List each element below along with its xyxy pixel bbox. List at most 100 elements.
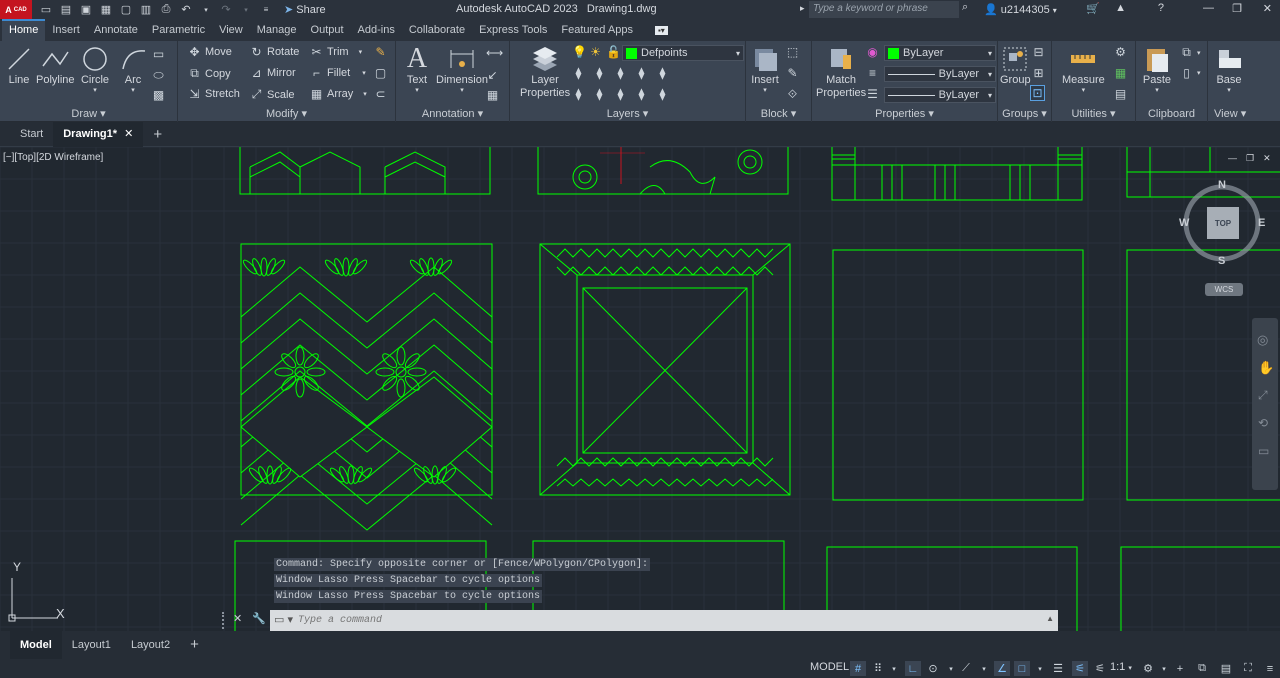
viewport-close-icon[interactable]: ✕ (1263, 153, 1271, 164)
measure-button[interactable]: Measure ▾ (1062, 44, 1105, 94)
cut-button[interactable]: ▯ ▾ (1180, 66, 1200, 80)
erase-button[interactable]: ✎ (374, 45, 387, 59)
insert-button[interactable]: Insert ▾ (750, 44, 780, 94)
layout-tab-layout2[interactable]: Layout2 (121, 631, 180, 659)
mirror-button[interactable]: ⊿ Mirror (250, 66, 295, 80)
tab-manage[interactable]: Manage (250, 19, 304, 41)
modify-panel-title[interactable]: Modify ▾ (178, 107, 395, 120)
help-icon[interactable]: ? (1158, 2, 1164, 14)
tab-add-ins[interactable]: Add-ins (351, 19, 402, 41)
snap-icon[interactable]: ⠿ (870, 661, 886, 676)
command-close-icon[interactable]: ✕ (233, 612, 242, 625)
start-tab[interactable]: Start (0, 122, 53, 147)
layer-unisolate-icon[interactable]: ⧫ (593, 87, 606, 101)
sun-icon[interactable]: ☀ (589, 45, 602, 59)
osnap-dropdown-icon[interactable]: ▾ (1032, 661, 1048, 676)
dimension-button[interactable]: Dimension ▾ (436, 44, 488, 94)
steering-wheel-icon[interactable]: ◎ (1257, 332, 1268, 348)
search-icon[interactable]: ⌕ (962, 1, 968, 14)
arc-button[interactable]: Arc ▾ (118, 44, 148, 94)
new-tab-button[interactable]: + (143, 122, 172, 147)
open-web-icon[interactable]: ▢ (120, 4, 132, 16)
share-button[interactable]: ➤ Share (284, 3, 326, 16)
layer-lock-icon[interactable]: ⧫ (635, 66, 648, 80)
command-line-handle[interactable] (222, 612, 226, 629)
tab-annotate[interactable]: Annotate (87, 19, 145, 41)
ribbon-minimize-icon[interactable]: ▪▾ (648, 19, 675, 41)
group-selection-button[interactable]: ⊡ (1030, 85, 1045, 101)
explode-button[interactable]: ▢ (374, 66, 387, 80)
paste-button[interactable]: Paste ▾ (1142, 44, 1172, 94)
tab-output[interactable]: Output (304, 19, 351, 41)
command-input[interactable] (298, 612, 1038, 629)
lineweight-dropdown[interactable]: ByLayer ▾ (884, 66, 996, 82)
layer-dropdown[interactable]: Defpoints ▾ (622, 45, 744, 61)
object-snap-tracking-icon[interactable]: ∠ (994, 661, 1010, 676)
color-dropdown[interactable]: ByLayer ▾ (884, 45, 996, 61)
ellipse-button[interactable]: ⬭ (152, 68, 165, 83)
user-account[interactable]: 👤 u2144305 ▾ (984, 3, 1057, 16)
cart-icon[interactable]: 🛒 (1086, 2, 1100, 15)
layout-tab-model[interactable]: Model (10, 631, 62, 659)
copy-button[interactable]: ⧉ Copy (188, 66, 230, 81)
tab-home[interactable]: Home (2, 19, 46, 41)
viewport-controls[interactable]: [−][Top][2D Wireframe] (3, 152, 103, 163)
polyline-button[interactable]: Polyline (36, 44, 75, 86)
showmotion-icon[interactable]: ▭ (1258, 444, 1269, 458)
annotation-scale-button[interactable]: 1:1 ▾ (1110, 661, 1132, 673)
multileader-button[interactable]: ↙ (486, 68, 499, 82)
command-customize-icon[interactable]: 🔧 (252, 612, 266, 625)
line-button[interactable]: Line (4, 44, 34, 86)
group-edit-button[interactable]: ⊞ (1032, 66, 1045, 80)
tile-square-x[interactable] (539, 243, 791, 496)
add-layout-button[interactable]: + (180, 631, 209, 659)
table-button[interactable]: ▦ (486, 88, 499, 102)
viewcube-top-face[interactable]: TOP (1207, 207, 1239, 239)
edit-block-button[interactable]: ✎ (786, 66, 799, 80)
compass-west[interactable]: W (1179, 217, 1189, 229)
leader-button[interactable]: ⟷ (486, 46, 503, 60)
ortho-icon[interactable]: ∟ (905, 661, 921, 676)
restore-icon[interactable]: ❐ (1232, 2, 1242, 15)
command-history-toggle-icon[interactable]: ▲ (1046, 614, 1054, 623)
snap-dropdown-icon[interactable]: ▾ (886, 661, 902, 676)
block-panel-title[interactable]: Block ▾ (746, 107, 811, 120)
isolate-objects-icon[interactable]: ⧉ (1194, 661, 1210, 676)
layer-properties-button[interactable]: Layer Properties (520, 44, 570, 100)
compass-north[interactable]: N (1218, 179, 1226, 191)
layer-thaw-icon[interactable]: ⧫ (614, 87, 627, 101)
viewport-minimize-icon[interactable]: — (1228, 153, 1237, 164)
clean-screen-icon[interactable]: ⛶ (1240, 661, 1256, 676)
draw-panel-title[interactable]: Draw ▾ (0, 107, 177, 120)
circle-button[interactable]: Circle ▾ (80, 44, 110, 94)
compass-south[interactable]: S (1218, 255, 1225, 267)
tile-top-1[interactable] (239, 147, 491, 195)
layer-isolate-icon[interactable]: ⧫ (593, 66, 606, 80)
command-prompt-icon[interactable]: ▭ ▾ (274, 613, 293, 626)
undo-dropdown-icon[interactable]: ▾ (200, 4, 212, 16)
plot-icon[interactable]: ⎙ (160, 3, 172, 16)
lock-icon[interactable]: 🔓 (606, 45, 621, 59)
scale-button[interactable]: ⤢ Scale (250, 87, 295, 102)
clipboard-panel-title[interactable]: Clipboard (1136, 108, 1207, 120)
tab-collaborate[interactable]: Collaborate (402, 19, 472, 41)
edit-attributes-button[interactable]: ⟐ (786, 87, 799, 102)
new-file-icon[interactable]: ▭ (40, 4, 52, 16)
lineweight-toggle-icon[interactable]: ☰ (1050, 661, 1066, 676)
undo-icon[interactable]: ↶ (180, 4, 192, 16)
viewcube[interactable]: TOP N S E W (1176, 177, 1268, 269)
linetype-dropdown[interactable]: ByLayer ▾ (884, 87, 996, 103)
layout-tab-layout1[interactable]: Layout1 (62, 631, 121, 659)
calculator-button[interactable]: ▦ (1114, 66, 1127, 80)
wcs-menu[interactable]: WCS (1205, 283, 1243, 296)
auto-scale-icon[interactable]: ⚟ (1092, 661, 1108, 676)
save-icon[interactable]: ▣ (80, 4, 92, 16)
color-wheel-icon[interactable]: ◉ (866, 45, 879, 59)
fillet-button[interactable]: ⌐ Fillet ▾ (310, 66, 366, 80)
offset-button[interactable]: ⊂ (374, 87, 387, 101)
tab-view[interactable]: View (212, 19, 250, 41)
polar-dropdown-icon[interactable]: ▾ (943, 661, 959, 676)
lightbulb-icon[interactable]: 💡 (572, 45, 587, 59)
match-properties-button[interactable]: Match Properties (816, 44, 866, 100)
isodraft-dropdown-icon[interactable]: ▾ (976, 661, 992, 676)
